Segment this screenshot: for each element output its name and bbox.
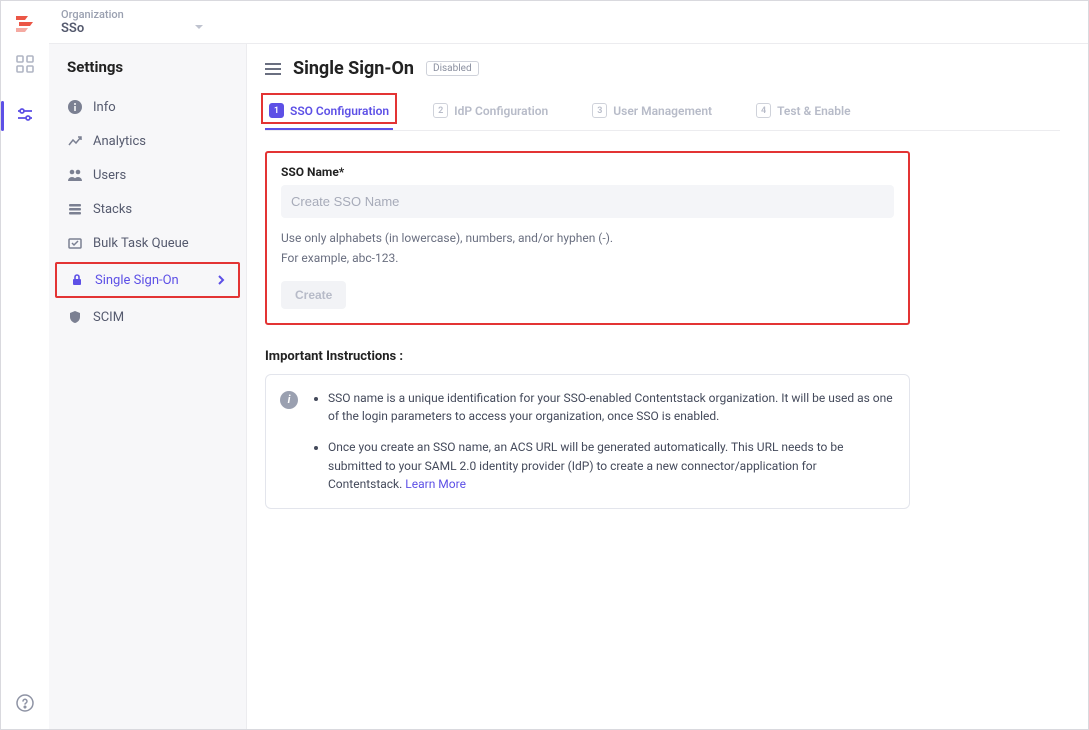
dashboard-icon[interactable] (14, 53, 36, 75)
info-icon: i (280, 391, 298, 409)
queue-icon (67, 235, 83, 251)
tab-test-enable[interactable]: 4 Test & Enable (752, 97, 854, 130)
sidebar-item-analytics[interactable]: Analytics (49, 124, 246, 158)
main-content: Single Sign-On Disabled 1 SSO Configurat… (247, 43, 1088, 729)
sso-name-form: SSO Name* Use only alphabets (in lowerca… (265, 151, 910, 325)
learn-more-link[interactable]: Learn More (405, 477, 466, 491)
sidebar-item-info[interactable]: Info (49, 90, 246, 124)
sidebar-item-label: Users (93, 168, 126, 183)
sidebar: Settings Info Analytics Users Stacks Bul… (49, 43, 247, 729)
org-value: SSo (61, 21, 124, 36)
sidebar-title: Settings (49, 54, 246, 90)
step-number: 3 (592, 103, 607, 118)
brand-logo-icon (13, 10, 37, 34)
page-header: Single Sign-On Disabled (265, 52, 1060, 79)
status-badge: Disabled (426, 61, 479, 76)
stepper-tabs: 1 SSO Configuration 2 IdP Configuration … (265, 97, 1060, 131)
help-line: For example, abc-123. (281, 248, 894, 268)
instruction-item: SSO name is a unique identification for … (328, 389, 893, 426)
page-title: Single Sign-On (293, 58, 414, 79)
lock-icon (69, 272, 85, 288)
sidebar-item-bulk-task-queue[interactable]: Bulk Task Queue (49, 226, 246, 260)
icon-rail (1, 43, 49, 729)
tab-label: Test & Enable (777, 104, 850, 118)
stacks-icon (67, 201, 83, 217)
users-icon (67, 167, 83, 183)
field-label: SSO Name* (281, 165, 894, 179)
sidebar-item-label: Bulk Task Queue (93, 236, 189, 251)
instruction-item: Once you create an SSO name, an ACS URL … (328, 438, 893, 494)
sidebar-item-single-sign-on[interactable]: Single Sign-On (55, 262, 240, 298)
topbar: Organization SSo (1, 1, 1088, 43)
analytics-icon (67, 133, 83, 149)
sidebar-item-label: Single Sign-On (95, 273, 179, 288)
instructions-heading: Important Instructions : (265, 349, 1060, 364)
org-label: Organization (61, 8, 124, 21)
tab-label: IdP Configuration (454, 104, 548, 118)
info-icon (67, 99, 83, 115)
tab-idp-configuration[interactable]: 2 IdP Configuration (429, 97, 552, 130)
menu-icon[interactable] (265, 62, 281, 76)
shield-icon (67, 309, 83, 325)
chevron-right-icon (216, 275, 226, 285)
sidebar-item-label: Analytics (93, 134, 146, 149)
sso-name-input[interactable] (281, 185, 894, 218)
help-line: Use only alphabets (in lowercase), numbe… (281, 228, 894, 248)
tab-sso-configuration[interactable]: 1 SSO Configuration (265, 97, 393, 130)
instructions-box: i SSO name is a unique identification fo… (265, 374, 910, 509)
sidebar-item-users[interactable]: Users (49, 158, 246, 192)
sidebar-item-stacks[interactable]: Stacks (49, 192, 246, 226)
chevron-down-icon (194, 22, 204, 32)
step-number: 4 (756, 103, 771, 118)
step-number: 1 (269, 103, 284, 118)
create-button[interactable]: Create (281, 281, 346, 309)
sidebar-item-label: Info (93, 100, 116, 115)
org-selector[interactable]: Organization SSo (61, 8, 124, 36)
settings-icon[interactable] (14, 105, 36, 127)
tab-user-management[interactable]: 3 User Management (588, 97, 716, 130)
tab-label: SSO Configuration (290, 104, 389, 118)
help-text: Use only alphabets (in lowercase), numbe… (281, 228, 894, 269)
sidebar-item-label: SCIM (93, 310, 124, 325)
step-number: 2 (433, 103, 448, 118)
help-icon[interactable] (15, 693, 35, 713)
sidebar-item-scim[interactable]: SCIM (49, 300, 246, 334)
sidebar-item-label: Stacks (93, 202, 132, 217)
tab-label: User Management (613, 104, 712, 118)
